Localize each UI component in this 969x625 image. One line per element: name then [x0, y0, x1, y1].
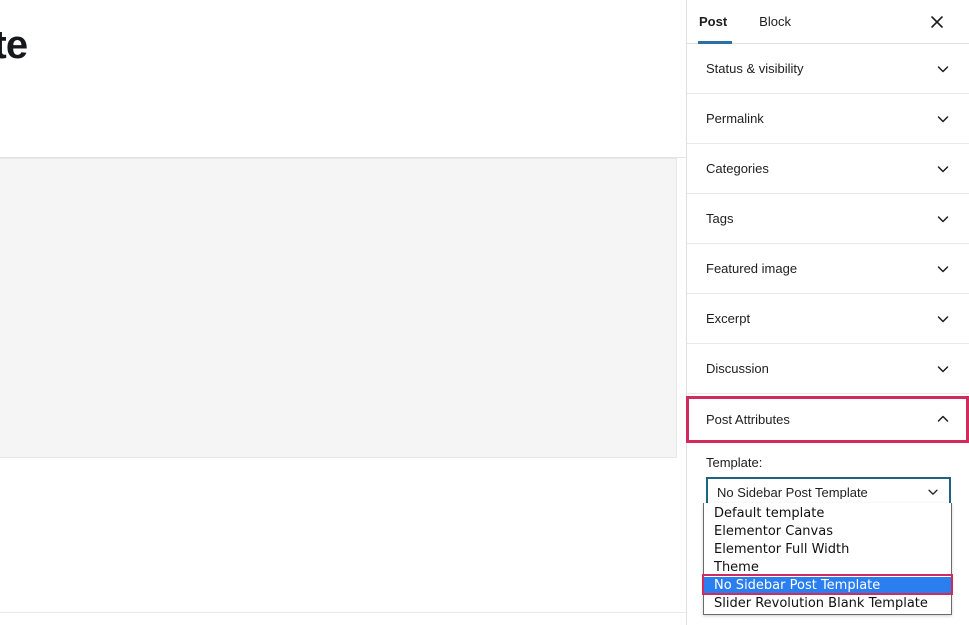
chevron-down-icon: [935, 211, 951, 227]
close-settings-button[interactable]: [915, 0, 959, 44]
sidebar-item-status-visibility[interactable]: Status & visibility: [687, 44, 969, 94]
section-label: Permalink: [706, 111, 764, 126]
sidebar-item-permalink[interactable]: Permalink: [687, 94, 969, 144]
section-label: Discussion: [706, 361, 769, 376]
template-option-list[interactable]: Default template Elementor Canvas Elemen…: [703, 503, 952, 615]
chevron-down-icon: [935, 361, 951, 377]
section-label: Featured image: [706, 261, 798, 276]
sidebar-item-tags[interactable]: Tags: [687, 194, 969, 244]
tab-block-label: Block: [759, 14, 791, 29]
section-label: Post Attributes: [706, 411, 790, 427]
chevron-down-icon: [935, 261, 951, 277]
section-label: Tags: [706, 211, 734, 226]
post-title[interactable]: plete: [0, 22, 28, 68]
sidebar-item-featured-image[interactable]: Featured image: [687, 244, 969, 294]
chevron-down-icon: [935, 311, 951, 327]
chevron-down-icon: [935, 111, 951, 127]
chevron-down-icon: [935, 161, 951, 177]
sidebar-tabs: Post Block: [687, 0, 969, 45]
option-no-sidebar-post-template[interactable]: No Sidebar Post Template: [704, 577, 951, 595]
sidebar-item-categories[interactable]: Categories: [687, 144, 969, 194]
option-elementor-full-width[interactable]: Elementor Full Width: [704, 541, 951, 559]
option-slider-revolution-blank-template[interactable]: Slider Revolution Blank Template: [704, 595, 951, 613]
option-elementor-canvas[interactable]: Elementor Canvas: [704, 523, 951, 541]
section-label: Excerpt: [706, 311, 751, 326]
sidebar-item-discussion[interactable]: Discussion: [687, 344, 969, 394]
editor-footer-rule: [0, 612, 686, 613]
app-root: plete Post Block: [0, 0, 969, 625]
tab-post-label: Post: [699, 14, 728, 29]
editor-canvas: plete: [0, 0, 686, 625]
sidebar-item-post-attributes[interactable]: Post Attributes: [687, 394, 969, 444]
content-block-placeholder[interactable]: [0, 158, 677, 458]
tab-block[interactable]: Block: [743, 0, 807, 44]
sidebar-sections: Status & visibility Permalink Categories…: [687, 44, 969, 507]
sidebar-item-excerpt[interactable]: Excerpt: [687, 294, 969, 344]
option-default-template[interactable]: Default template: [704, 505, 951, 523]
chevron-down-icon: [926, 485, 940, 499]
post-attributes-body: Template: No Sidebar Post Template: [687, 444, 969, 507]
chevron-up-icon: [935, 411, 951, 427]
tab-post[interactable]: Post: [687, 0, 743, 45]
template-field-label: Template:: [706, 455, 763, 470]
template-select-value: No Sidebar Post Template: [717, 485, 868, 499]
close-icon: [930, 15, 944, 29]
section-label: Status & visibility: [706, 61, 804, 76]
option-theme[interactable]: Theme: [704, 559, 951, 577]
chevron-down-icon: [935, 61, 951, 77]
section-label: Categories: [706, 161, 769, 176]
